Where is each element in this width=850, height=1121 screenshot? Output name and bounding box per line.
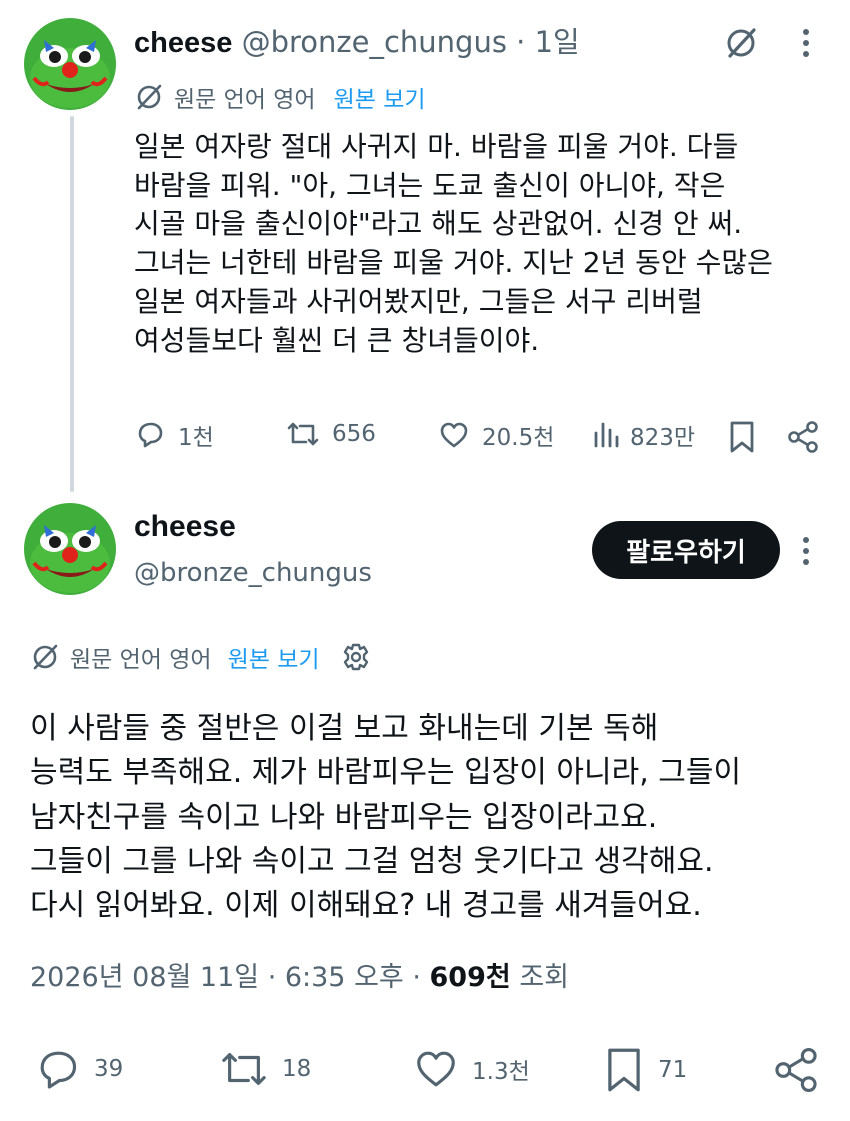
views-action[interactable]: 823만	[592, 418, 695, 452]
translation-label: 원문 언어 영어	[70, 647, 212, 673]
views-icon	[592, 419, 620, 451]
like-count: 20.5천	[482, 425, 555, 451]
display-name[interactable]: cheese	[134, 27, 232, 59]
bookmark-icon[interactable]	[728, 420, 756, 454]
reply-action[interactable]: 39	[34, 1046, 123, 1092]
translation-bar: 원문 언어 영어 원본 보기	[134, 80, 426, 114]
tweet-line: 다시 읽어봐요. 이제 이해돼요? 내 경고를 새겨들어요.	[30, 888, 702, 924]
reply-count: 1천	[178, 425, 214, 451]
share-icon[interactable]	[772, 1046, 820, 1094]
settings-icon[interactable]	[340, 641, 372, 673]
views-label: 조회	[519, 962, 569, 993]
tweet-meta: 2026년 08월 11일 · 6:35 오후 · 609천 조회	[30, 958, 569, 998]
display-name[interactable]: cheese	[134, 510, 236, 544]
translate-icon	[30, 642, 60, 672]
like-count: 1.3천	[472, 1059, 530, 1085]
more-icon[interactable]	[800, 26, 812, 60]
tweet-line: 일본 여자랑 절대 사귀지 마. 바람을 피울 거야. 다들	[134, 130, 739, 163]
repost-action[interactable]: 656	[286, 418, 376, 450]
bookmark-action[interactable]: 71	[604, 1046, 687, 1094]
repost-action[interactable]: 18	[218, 1046, 311, 1092]
tweet-line: 바람을 피워. "아, 그녀는 도쿄 출신이 아니야, 작은	[134, 168, 726, 202]
reply-action[interactable]: 1천	[134, 418, 214, 452]
show-original-link[interactable]: 원본 보기	[228, 640, 320, 674]
views-total: 609천	[429, 962, 511, 993]
handle[interactable]: @bronze_chungus	[134, 558, 372, 588]
like-icon	[412, 1046, 460, 1092]
reply-icon	[134, 419, 166, 451]
tweet-line: 남자친구를 속이고 나와 바람피우는 입장이라고요.	[30, 799, 658, 835]
tweet-line: 능력도 부족해요. 제가 바람피우는 입장이 아니라, 그들이	[30, 755, 742, 791]
repost-icon	[286, 418, 320, 450]
bookmark-count: 71	[658, 1057, 688, 1083]
repost-count: 18	[282, 1056, 312, 1082]
repost-icon	[218, 1046, 270, 1092]
views-count: 823만	[630, 425, 696, 451]
thread-line	[70, 116, 74, 492]
like-action[interactable]: 1.3천	[412, 1046, 530, 1092]
repost-count: 656	[332, 421, 376, 447]
avatar[interactable]	[24, 503, 116, 595]
translate-icon	[134, 82, 164, 112]
timestamp[interactable]: 2026년 08월 11일 · 6:35 오후 ·	[30, 962, 421, 993]
like-action[interactable]: 20.5천	[438, 418, 554, 452]
tweet-line: 이 사람들 중 절반은 이걸 보고 화내는데 기본 독해	[30, 711, 659, 746]
show-original-link[interactable]: 원본 보기	[334, 80, 426, 114]
translation-label: 원문 언어 영어	[174, 87, 316, 113]
like-icon	[438, 419, 470, 451]
tweet-line: 일본 여자들과 사귀어봤지만, 그들은 서구 리버럴	[134, 284, 703, 318]
tweet-line: 여성들보다 훨씬 더 큰 창녀들이야.	[134, 323, 540, 357]
tweet-line: 시골 마을 출신이야"라고 해도 상관없어. 신경 안 써.	[134, 207, 743, 241]
reply-count: 39	[94, 1056, 124, 1082]
reply-icon	[34, 1046, 82, 1092]
tweet2-text: 이 사람들 중 절반은 이걸 보고 화내는데 기본 독해 능력도 부족해요. 제…	[30, 707, 741, 928]
tweet1-header: cheese @bronze_chungus · 1일	[134, 24, 580, 61]
translation-bar: 원문 언어 영어 원본 보기	[30, 640, 372, 674]
avatar[interactable]	[24, 18, 116, 110]
tweet-line: 그녀는 너한테 바람을 피울 거야. 지난 2년 동안 수많은	[134, 246, 773, 280]
more-icon[interactable]	[800, 534, 812, 568]
bookmark-icon	[604, 1046, 644, 1094]
tweet1-text: 일본 여자랑 절대 사귀지 마. 바람을 피울 거야. 다들 바람을 피워. "…	[134, 128, 773, 360]
follow-button[interactable]: 팔로우하기	[592, 521, 780, 579]
grok-icon[interactable]	[722, 24, 760, 62]
tweet-age[interactable]: · 1일	[516, 25, 580, 59]
share-icon[interactable]	[786, 420, 820, 454]
tweet-line: 그들이 그를 나와 속이고 그걸 엄청 웃기다고 생각해요.	[30, 843, 714, 879]
handle[interactable]: @bronze_chungus	[242, 25, 507, 59]
